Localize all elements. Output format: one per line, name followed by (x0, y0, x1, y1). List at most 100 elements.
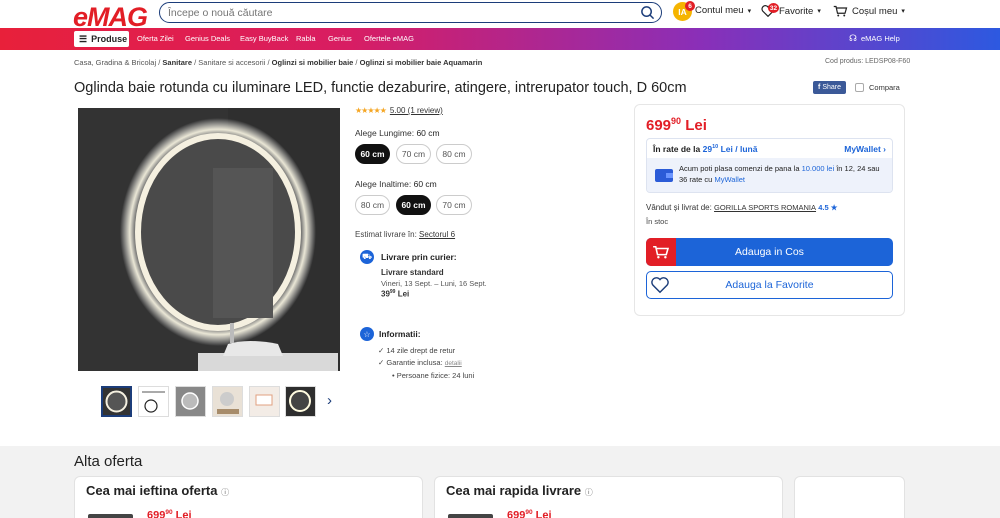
warranty: ✓ Garantie inclusa: detalii (378, 358, 462, 367)
share-button[interactable]: f Share (813, 81, 846, 94)
help-link[interactable]: ☊ eMAG Help (849, 33, 900, 44)
thumbnail-image (250, 387, 279, 416)
account-menu[interactable]: Contul meu ▾ (695, 5, 751, 16)
length-option-80[interactable]: 80 cm (436, 144, 472, 164)
checkbox-icon (855, 83, 864, 92)
courier-title: Livrare prin curier: (381, 252, 457, 262)
add-to-cart-label: Adauga in Cos (735, 246, 804, 258)
wallet-icon (655, 169, 673, 182)
promo-wallet-link[interactable]: MyWallet (714, 175, 745, 184)
thumbnail-2[interactable] (138, 386, 169, 417)
installments-box[interactable]: În rate de la 2910 Lei / lună MyWallet ›… (646, 138, 893, 193)
promo-text-2: în 12, 24 sau (836, 164, 880, 173)
thumbnail-image (103, 388, 130, 415)
offer-price-int: 699 (507, 509, 526, 518)
rating-stars: ★★★★★ (355, 106, 387, 115)
seller-name[interactable]: GORILLA SPORTS ROMANIA (714, 203, 816, 212)
compare-checkbox[interactable]: Compara (855, 83, 900, 92)
breadcrumb-item[interactable]: Sanitare (162, 58, 192, 67)
height-option-80[interactable]: 80 cm (355, 195, 390, 215)
fastest-offer-price: 69990 Lei (507, 509, 552, 518)
thumbnail-5[interactable] (249, 386, 280, 417)
breadcrumb-item[interactable]: Sanitare si accesorii (198, 58, 265, 67)
seller-score: 4.5 ★ (818, 203, 838, 212)
nav-link-oferta-zilei[interactable]: Oferta Zilei (137, 34, 174, 43)
delivery-dates: Vineri, 13 Sept. – Luni, 16 Sept. (381, 279, 487, 288)
delivery-estimate: Estimat livrare în: Sectorul 6 (355, 230, 455, 239)
nav-link-rabla[interactable]: Rabla (296, 34, 316, 43)
heart-icon (651, 277, 669, 294)
thumbnail-image (213, 387, 242, 416)
nav-link-ofertele-emag[interactable]: Ofertele eMAG (364, 34, 414, 43)
third-offer-card[interactable] (794, 476, 905, 518)
cheapest-offer-card[interactable]: Cea mai ieftina oferta ⓘ 69990 Lei (74, 476, 423, 518)
height-label: Alege Inaltime: 60 cm (355, 179, 437, 189)
breadcrumb-item[interactable]: Oglinzi si mobilier baie Aquamarin (360, 58, 483, 67)
info-circle-icon[interactable]: ⓘ (585, 488, 593, 497)
warranty-text: Garantie inclusa: (386, 358, 443, 367)
thumbnail-6[interactable] (285, 386, 316, 417)
nav-link-genius[interactable]: Genius (328, 34, 352, 43)
add-to-favorites-button[interactable]: Adauga la Favorite (646, 271, 893, 299)
thumbnail-image (176, 387, 205, 416)
delivery-cost-dec: 99 (389, 289, 396, 295)
offer-price-dec: 90 (525, 509, 533, 516)
search-input[interactable] (168, 5, 628, 20)
installments-dec: 10 (712, 143, 719, 150)
other-offers-title: Alta oferta (74, 453, 143, 470)
favorites-label: Favorite (779, 5, 814, 17)
facebook-icon: f (817, 84, 821, 91)
search-bar[interactable] (159, 2, 662, 23)
promo-text-3: 36 rate cu (679, 175, 713, 184)
compare-label: Compara (869, 83, 900, 92)
breadcrumb-item[interactable]: Casa, Gradina & Bricolaj (74, 58, 156, 67)
rating-text[interactable]: 5.00 (1 review) (390, 106, 443, 115)
add-to-cart-button[interactable]: Adauga in Cos (646, 238, 893, 266)
mywallet-label: MyWallet (844, 143, 881, 154)
offer-price-int: 699 (147, 509, 166, 518)
nav-link-easy-buyback[interactable]: Easy BuyBack (240, 34, 288, 43)
stock-status: În stoc (646, 217, 669, 226)
height-option-60[interactable]: 60 cm (396, 195, 431, 215)
share-label: Share (822, 84, 842, 91)
height-label-text: Alege Inaltime: (355, 179, 412, 189)
fastest-offer-card[interactable]: Cea mai rapida livrare ⓘ 69990 Lei (434, 476, 783, 518)
mywallet-link[interactable]: MyWallet › (844, 144, 886, 154)
product-main-image[interactable] (78, 108, 340, 371)
promo-text-1: Acum poti plasa comenzi de pana la (679, 164, 800, 173)
height-option-70[interactable]: 70 cm (436, 195, 472, 215)
search-icon[interactable] (640, 5, 655, 20)
installments-text: În rate de la 2910 Lei / lună (653, 144, 757, 154)
price-dec: 90 (671, 116, 682, 126)
seller-label: Vândut și livrat de: (646, 203, 712, 212)
length-value: 60 cm (416, 128, 440, 138)
mywallet-promo: Acum poti plasa comenzi de pana la 10.00… (647, 158, 892, 192)
thumbnail-1[interactable] (101, 386, 132, 417)
offer-price-currency: Lei (175, 509, 192, 518)
breadcrumb-item[interactable]: Oglinzi si mobilier baie (272, 58, 354, 67)
products-label: Produse (91, 34, 128, 44)
nav-link-genius-deals[interactable]: Genius Deals (185, 34, 230, 43)
products-menu-button[interactable]: ☰ Produse (74, 31, 129, 47)
warranty-details-link[interactable]: detalii (445, 360, 462, 367)
seller-info: Vândut și livrat de: GORILLA SPORTS ROMA… (646, 203, 838, 212)
delivery-cost: 3999 Lei (381, 289, 409, 299)
chevron-right-icon[interactable]: › (327, 392, 332, 409)
info-title: Informatii: (379, 329, 421, 339)
cheapest-offer-label: Cea mai ieftina oferta (86, 483, 218, 498)
length-option-60[interactable]: 60 cm (355, 144, 390, 164)
price-int: 699 (646, 117, 672, 134)
delivery-location-link[interactable]: Sectorul 6 (419, 230, 455, 239)
length-option-70[interactable]: 70 cm (396, 144, 431, 164)
thumbnail-3[interactable] (175, 386, 206, 417)
thumbnail-4[interactable] (212, 386, 243, 417)
offer-thumbnail (88, 514, 133, 518)
cart-label: Coșul meu (852, 5, 898, 17)
height-value: 60 cm (413, 179, 437, 189)
offer-price-currency: Lei (535, 509, 552, 518)
round-mirror-photo (78, 108, 340, 371)
rating[interactable]: ★★★★★ 5.00 (1 review) (355, 106, 443, 115)
info-circle-icon[interactable]: ⓘ (221, 488, 229, 497)
chevron-down-icon: ▾ (901, 8, 905, 15)
cart-menu[interactable]: Coșul meu ▾ (833, 5, 905, 17)
